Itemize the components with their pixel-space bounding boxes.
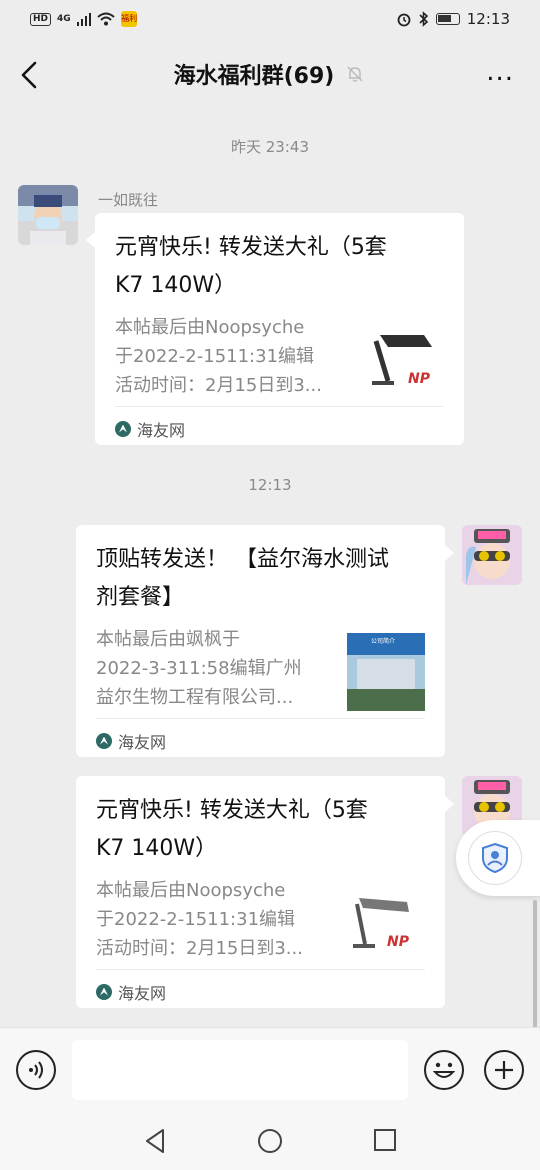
wifi-icon bbox=[97, 12, 115, 26]
source-logo-icon bbox=[96, 732, 112, 749]
card-source: 海友网 bbox=[96, 969, 425, 1013]
chat-header: 海水福利群(69) ... bbox=[0, 38, 540, 110]
link-card[interactable]: 顶贴转发送！ 【益尔海水测试 剂套餐】 本帖最后由飒枫于 2022-3-311:5… bbox=[76, 525, 445, 757]
thumb-caption: NP bbox=[408, 371, 431, 387]
card-thumbnail: NP bbox=[347, 884, 425, 962]
source-name: 海友网 bbox=[118, 732, 167, 752]
card-title-line: K7 140W） bbox=[96, 836, 218, 861]
source-logo-icon bbox=[115, 420, 131, 437]
child-photo-icon bbox=[30, 195, 66, 245]
title-group: 海水福利群(69) bbox=[174, 58, 367, 90]
card-title-line: 元宵快乐! 转发送大礼（5套 bbox=[115, 235, 387, 260]
emoji-icon bbox=[432, 1062, 456, 1078]
system-navigation-bar bbox=[0, 1111, 540, 1170]
nav-recents-icon[interactable] bbox=[373, 1128, 397, 1152]
page-title: 海水福利群(69) bbox=[173, 64, 335, 89]
timestamp: 昨天 23:43 bbox=[231, 138, 309, 156]
company-building-image-icon: 公司简介 bbox=[347, 633, 425, 711]
shield-user-icon bbox=[482, 842, 508, 874]
card-title-line: K7 140W） bbox=[115, 273, 237, 298]
link-card[interactable]: 元宵快乐! 转发送大礼（5套 K7 140W） 本帖最后由Noopsyche 于2… bbox=[95, 213, 464, 445]
floating-security-button[interactable] bbox=[456, 820, 540, 896]
thumb-caption: 公司简介 bbox=[371, 637, 395, 645]
card-desc-line: 于2022-2-1511:31编辑 bbox=[115, 346, 315, 367]
card-body: 本帖最后由飒枫于 2022-3-311:58编辑广州 益尔生物工程有限公司...… bbox=[96, 625, 425, 712]
source-name: 海友网 bbox=[118, 983, 167, 1003]
nav-home-icon[interactable] bbox=[257, 1128, 283, 1154]
card-desc-line: 2022-3-311:58编辑广州 bbox=[96, 658, 302, 679]
status-left: HD 4G 福利 bbox=[30, 11, 138, 27]
card-title-line: 元宵快乐! 转发送大礼（5套 bbox=[96, 798, 368, 823]
card-title: 顶贴转发送！ 【益尔海水测试 剂套餐】 bbox=[96, 541, 425, 617]
card-thumbnail: 公司简介 bbox=[347, 633, 425, 711]
sender-name: 一如既往 bbox=[98, 191, 159, 209]
card-title: 元宵快乐! 转发送大礼（5套 K7 140W） bbox=[96, 792, 425, 868]
bubble-tail bbox=[445, 545, 454, 561]
card-body: 本帖最后由Noopsyche 于2022-2-1511:31编辑 活动时间：2月… bbox=[115, 313, 444, 400]
card-body: 本帖最后由Noopsyche 于2022-2-1511:31编辑 活动时间：2月… bbox=[96, 876, 425, 963]
status-time: 12:13 bbox=[466, 10, 510, 28]
signal-icon bbox=[76, 12, 92, 26]
alarm-icon bbox=[397, 13, 411, 27]
card-desc-line: 益尔生物工程有限公司... bbox=[96, 687, 294, 708]
emoji-button[interactable] bbox=[424, 1050, 464, 1090]
card-desc-line: 本帖最后由飒枫于 bbox=[96, 629, 240, 650]
card-desc-line: 本帖最后由Noopsyche bbox=[96, 880, 286, 901]
card-title: 元宵快乐! 转发送大礼（5套 K7 140W） bbox=[115, 229, 444, 305]
status-right: 12:13 bbox=[396, 10, 510, 28]
bluetooth-icon bbox=[419, 11, 428, 27]
card-source: 海友网 bbox=[96, 718, 425, 762]
avatar[interactable] bbox=[18, 185, 78, 245]
card-description: 本帖最后由飒枫于 2022-3-311:58编辑广州 益尔生物工程有限公司... bbox=[96, 625, 336, 712]
voice-icon bbox=[29, 1061, 43, 1079]
thumb-caption: NP bbox=[387, 934, 410, 950]
card-desc-line: 活动时间：2月15日到3... bbox=[115, 375, 322, 396]
card-source: 海友网 bbox=[115, 406, 444, 450]
more-options-button[interactable]: ... bbox=[486, 59, 514, 85]
card-title-line: 剂套餐】 bbox=[96, 585, 185, 610]
battery-icon bbox=[435, 13, 460, 25]
avatar[interactable] bbox=[462, 525, 522, 585]
lamp-image-icon: NP bbox=[366, 321, 444, 399]
card-desc-line: 于2022-2-1511:31编辑 bbox=[96, 909, 296, 930]
plus-icon bbox=[495, 1061, 513, 1079]
message-input[interactable] bbox=[72, 1040, 408, 1100]
floating-button-ring bbox=[468, 831, 522, 885]
link-card[interactable]: 元宵快乐! 转发送大礼（5套 K7 140W） 本帖最后由Noopsyche 于2… bbox=[76, 776, 445, 1008]
card-title-line: 顶贴转发送！ 【益尔海水测试 bbox=[96, 547, 389, 572]
voice-input-button[interactable] bbox=[16, 1050, 56, 1090]
scrollbar[interactable] bbox=[533, 900, 537, 1028]
card-description: 本帖最后由Noopsyche 于2022-2-1511:31编辑 活动时间：2月… bbox=[96, 876, 336, 963]
card-desc-line: 活动时间：2月15日到3... bbox=[96, 938, 303, 959]
source-logo-icon bbox=[96, 983, 112, 1000]
source-name: 海友网 bbox=[137, 420, 186, 440]
card-description: 本帖最后由Noopsyche 于2022-2-1511:31编辑 活动时间：2月… bbox=[115, 313, 355, 400]
cartoon-avatar-icon bbox=[462, 525, 522, 585]
message-input-bar bbox=[0, 1027, 540, 1111]
app-notification-icon: 福利 bbox=[121, 11, 138, 27]
hd-badge: HD bbox=[30, 12, 52, 26]
bubble-tail bbox=[86, 232, 95, 248]
mute-bell-icon bbox=[347, 66, 363, 82]
more-actions-button[interactable] bbox=[484, 1050, 524, 1090]
bubble-tail bbox=[445, 796, 454, 812]
nav-back-icon[interactable] bbox=[143, 1128, 167, 1154]
status-bar: HD 4G 福利 12:13 bbox=[0, 0, 540, 38]
timestamp: 12:13 bbox=[248, 476, 292, 494]
lamp-image-icon: NP bbox=[347, 884, 425, 962]
back-icon[interactable] bbox=[18, 60, 42, 90]
network-type: 4G bbox=[57, 14, 71, 24]
card-thumbnail: NP bbox=[366, 321, 444, 399]
card-desc-line: 本帖最后由Noopsyche bbox=[115, 317, 305, 338]
